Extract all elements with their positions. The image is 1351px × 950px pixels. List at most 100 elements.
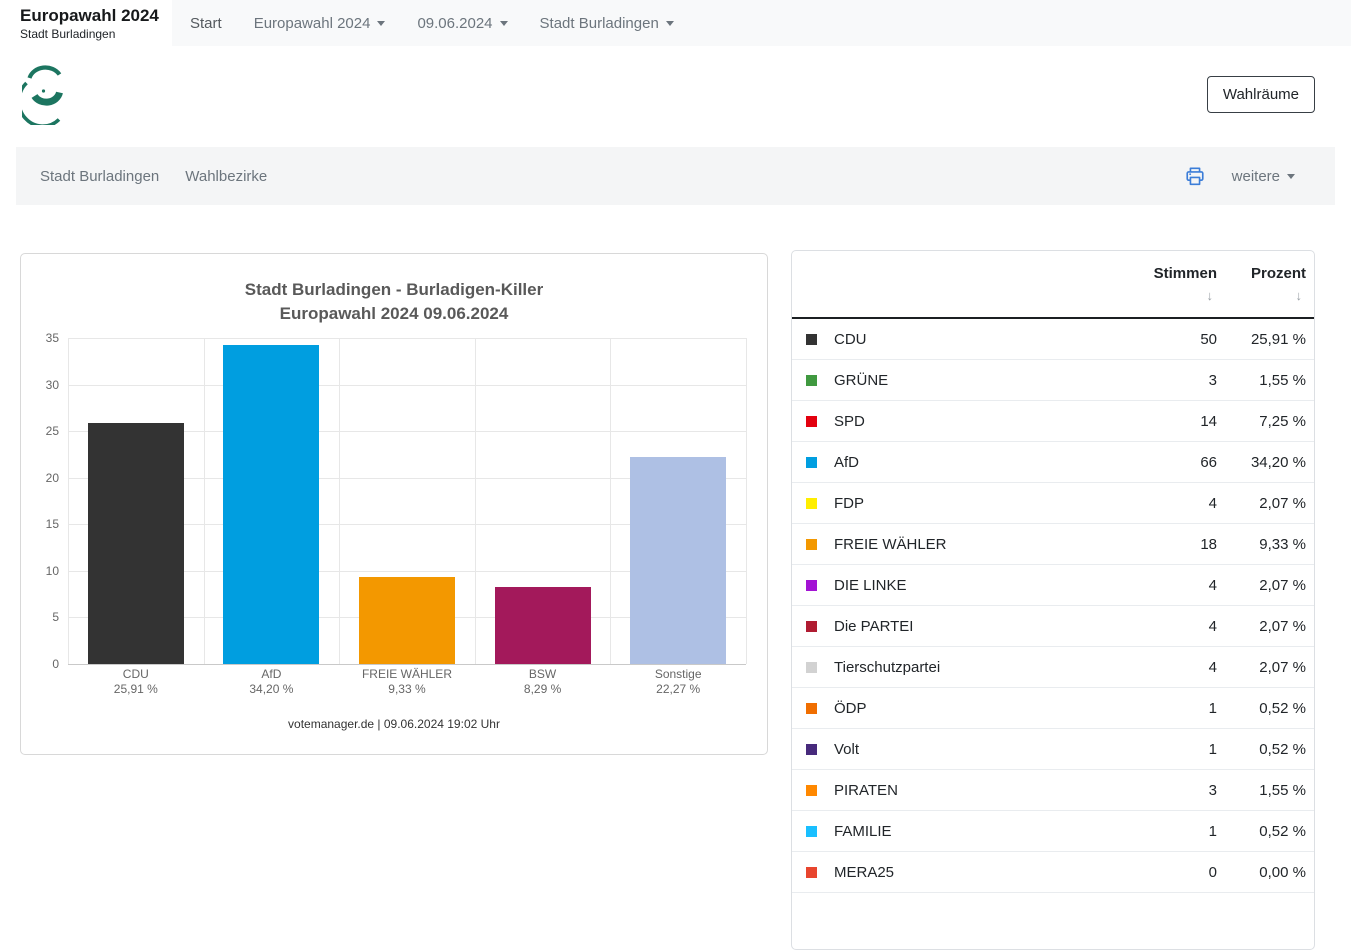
prozent-header-label[interactable]: Prozent <box>1251 265 1306 282</box>
party-name: Volt <box>834 741 1114 758</box>
party-percent: 34,20 % <box>1217 454 1306 471</box>
x-axis-label: FREIE WÄHLER9,33 % <box>339 667 475 697</box>
table-row: Die PARTEI42,07 % <box>792 606 1314 647</box>
party-name: FAMILIE <box>834 823 1114 840</box>
x-axis-category: BSW <box>475 667 611 682</box>
nav-item-start[interactable]: Start <box>190 15 222 32</box>
party-percent: 2,07 % <box>1217 577 1306 594</box>
sort-descending-icon[interactable]: ↓ <box>1296 288 1307 303</box>
party-votes: 1 <box>1114 741 1217 758</box>
party-votes: 4 <box>1114 577 1217 594</box>
x-axis-category: FREIE WÄHLER <box>339 667 475 682</box>
brand-block[interactable]: Europawahl 2024 Stadt Burladingen <box>0 0 172 48</box>
party-votes: 14 <box>1114 413 1217 430</box>
breadcrumb-item-stadt[interactable]: Stadt Burladingen <box>40 168 159 185</box>
party-percent: 1,55 % <box>1217 782 1306 799</box>
party-percent: 0,52 % <box>1217 823 1306 840</box>
y-axis-tick-label: 15 <box>46 517 59 531</box>
table-row: FDP42,07 % <box>792 483 1314 524</box>
y-gridline <box>68 338 746 339</box>
party-color-swatch <box>806 539 817 550</box>
nav-item-stadt[interactable]: Stadt Burladingen <box>540 15 674 32</box>
breadcrumb-item-wahlbezirke[interactable]: Wahlbezirke <box>185 168 267 185</box>
chart-title-line2: Europawahl 2024 09.06.2024 <box>21 302 767 326</box>
brand-title: Europawahl 2024 <box>20 5 172 26</box>
x-axis-percent: 25,91 % <box>68 682 204 697</box>
municipality-logo[interactable] <box>22 63 68 130</box>
party-percent: 1,55 % <box>1217 372 1306 389</box>
x-axis-percent: 34,20 % <box>204 682 340 697</box>
party-percent: 25,91 % <box>1217 331 1306 348</box>
chart-title: Stadt Burladingen - Burladigen-Killer Eu… <box>21 278 767 326</box>
table-body: CDU5025,91 %GRÜNE31,55 %SPD147,25 %AfD66… <box>792 319 1314 893</box>
x-axis-percent: 8,29 % <box>475 682 611 697</box>
table-row: SPD147,25 % <box>792 401 1314 442</box>
x-gridline <box>610 338 611 664</box>
chart-credit: votemanager.de | 09.06.2024 19:02 Uhr <box>21 717 767 731</box>
party-color-swatch <box>806 375 817 386</box>
logo-icon <box>22 63 68 125</box>
party-votes: 50 <box>1114 331 1217 348</box>
party-color-swatch <box>806 334 817 345</box>
party-color-swatch <box>806 621 817 632</box>
print-button[interactable] <box>1184 166 1206 187</box>
party-color-swatch <box>806 867 817 878</box>
y-axis-tick-label: 10 <box>46 564 59 578</box>
breadcrumb-bar: Stadt Burladingen Wahlbezirke weitere <box>16 147 1335 205</box>
x-axis-label: BSW8,29 % <box>475 667 611 697</box>
x-gridline <box>204 338 205 664</box>
chart-x-labels: CDU25,91 %AfD34,20 %FREIE WÄHLER9,33 %BS… <box>68 667 746 707</box>
x-gridline <box>68 338 69 664</box>
stimmen-header-label[interactable]: Stimmen <box>1154 265 1217 282</box>
table-row: AfD6634,20 % <box>792 442 1314 483</box>
column-header-stimmen: Stimmen ↓ <box>1114 265 1217 303</box>
toolbar-right: weitere <box>1184 166 1295 187</box>
party-percent: 2,07 % <box>1217 618 1306 635</box>
chevron-down-icon <box>666 21 674 26</box>
table-row: FAMILIE10,52 % <box>792 811 1314 852</box>
table-row: GRÜNE31,55 % <box>792 360 1314 401</box>
x-gridline <box>746 338 747 664</box>
table-row: ÖDP10,52 % <box>792 688 1314 729</box>
party-name: MERA25 <box>834 864 1114 881</box>
nav-items: Start Europawahl 2024 09.06.2024 Stadt B… <box>190 0 674 46</box>
party-votes: 1 <box>1114 823 1217 840</box>
party-name: Die PARTEI <box>834 618 1114 635</box>
chart-bar-Sonstige[interactable] <box>630 457 726 664</box>
nav-item-date[interactable]: 09.06.2024 <box>417 15 507 32</box>
more-dropdown-label: weitere <box>1232 168 1280 185</box>
chart-bar-BSW[interactable] <box>495 587 591 664</box>
party-percent: 2,07 % <box>1217 659 1306 676</box>
results-table-card: Stimmen ↓ Prozent ↓ CDU5025,91 % GRÜNE31,… <box>791 250 1315 950</box>
party-color-swatch <box>806 662 817 673</box>
chart-bar-FREIE WÄHLER[interactable] <box>359 577 455 664</box>
party-votes: 0 <box>1114 864 1217 881</box>
party-name: PIRATEN <box>834 782 1114 799</box>
party-percent: 9,33 % <box>1217 536 1306 553</box>
party-votes: 66 <box>1114 454 1217 471</box>
nav-item-stadt-label: Stadt Burladingen <box>540 15 659 32</box>
party-color-swatch <box>806 457 817 468</box>
party-votes: 4 <box>1114 659 1217 676</box>
wahlraeume-button[interactable]: Wahlräume <box>1207 76 1315 113</box>
party-color-swatch <box>806 580 817 591</box>
table-row: PIRATEN31,55 % <box>792 770 1314 811</box>
party-percent: 0,00 % <box>1217 864 1306 881</box>
chevron-down-icon <box>377 21 385 26</box>
party-name: AfD <box>834 454 1114 471</box>
y-axis-tick-label: 30 <box>46 378 59 392</box>
chart-bar-CDU[interactable] <box>88 423 184 664</box>
more-dropdown[interactable]: weitere <box>1232 168 1295 185</box>
x-axis-percent: 9,33 % <box>339 682 475 697</box>
party-votes: 3 <box>1114 372 1217 389</box>
party-name: DIE LINKE <box>834 577 1114 594</box>
table-row: DIE LINKE42,07 % <box>792 565 1314 606</box>
sort-descending-icon[interactable]: ↓ <box>1207 288 1218 303</box>
chart-bar-AfD[interactable] <box>223 345 319 664</box>
party-name: CDU <box>834 331 1114 348</box>
party-votes: 4 <box>1114 618 1217 635</box>
party-votes: 1 <box>1114 700 1217 717</box>
breadcrumb: Stadt Burladingen Wahlbezirke <box>40 168 267 185</box>
x-axis-category: AfD <box>204 667 340 682</box>
nav-item-europawahl[interactable]: Europawahl 2024 <box>254 15 386 32</box>
